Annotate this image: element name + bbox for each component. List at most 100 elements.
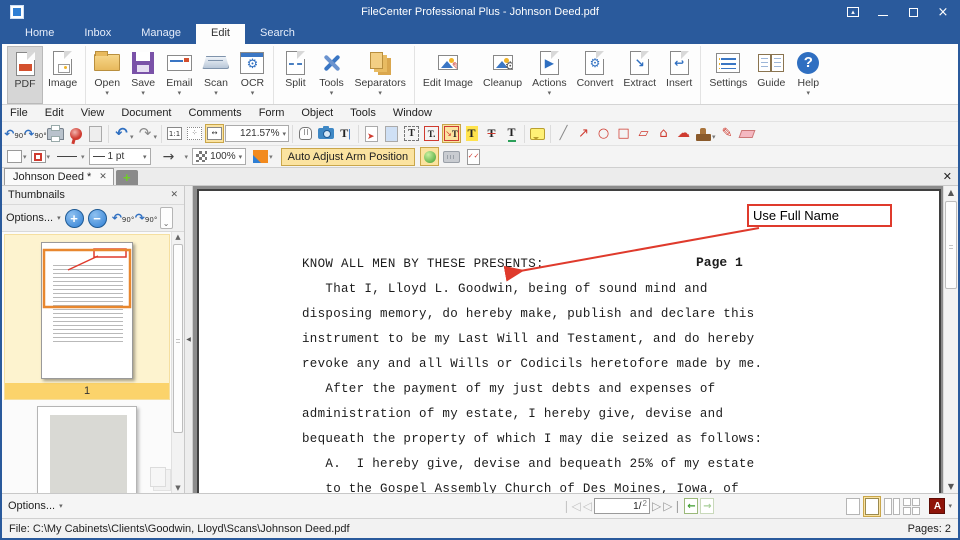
menu-edit[interactable]: Edit: [45, 107, 64, 119]
single-page-view-button[interactable]: [846, 498, 860, 515]
balloon-tool-button[interactable]: [420, 147, 439, 166]
tab-edit[interactable]: Edit: [196, 24, 245, 44]
tab-home[interactable]: Home: [10, 24, 69, 44]
fill-color-swatch[interactable]: [7, 150, 22, 163]
sticky-note-button[interactable]: [528, 124, 547, 143]
hand-tool-button[interactable]: [296, 124, 315, 143]
arrow-tool-button[interactable]: ↗: [574, 124, 593, 143]
highlight-color-dropdown[interactable]: ▾: [269, 153, 273, 161]
tab-manage[interactable]: Manage: [126, 24, 196, 44]
menu-window[interactable]: Window: [393, 107, 432, 119]
opacity-select[interactable]: 100%▾: [192, 148, 246, 165]
facing-pages-view-button[interactable]: [884, 498, 900, 515]
cleanup-button[interactable]: ⚙Cleanup: [478, 46, 527, 104]
rotate-right-button[interactable]: ↷90°: [26, 124, 45, 143]
text-box-tool-button[interactable]: ↘T: [442, 124, 461, 143]
viewer-scrollbar-thumb[interactable]: [945, 201, 957, 289]
panel-splitter[interactable]: ◀: [185, 186, 193, 493]
acrobat-dropdown[interactable]: ▾: [948, 502, 952, 510]
thumb-zoom-in-button[interactable]: +: [65, 209, 84, 228]
line-tool-button[interactable]: ╱: [554, 124, 573, 143]
next-view-button[interactable]: →: [700, 498, 714, 514]
arrow-style-button[interactable]: →: [154, 150, 184, 164]
line-style-button[interactable]: [54, 156, 80, 157]
split-button[interactable]: Split: [277, 46, 313, 104]
separators-button[interactable]: Separators▾: [349, 46, 410, 104]
strikeout-text-button[interactable]: T: [482, 124, 501, 143]
checklist-button[interactable]: ✓✓: [464, 147, 483, 166]
link-button[interactable]: ➤: [362, 124, 381, 143]
viewer-scrollbar[interactable]: ▲ ▼: [943, 186, 958, 493]
stroke-color-dropdown[interactable]: ▾: [47, 153, 51, 161]
menu-document[interactable]: Document: [121, 107, 171, 119]
select-text-button[interactable]: T|: [336, 124, 355, 143]
print-button[interactable]: [46, 124, 65, 143]
image-button[interactable]: Image: [43, 46, 82, 104]
thumbnails-close-icon[interactable]: ✕: [170, 190, 178, 200]
thumbnail-page-2[interactable]: [4, 406, 170, 493]
actual-size-button[interactable]: 1:1: [165, 124, 184, 143]
close-button[interactable]: ×: [928, 0, 958, 24]
rotate-left-button[interactable]: ↶90°: [6, 124, 25, 143]
eraser-tool-button[interactable]: [738, 124, 757, 143]
convert-button[interactable]: ⚙Convert: [572, 46, 619, 104]
ocr-button[interactable]: ⚙OCR▾: [234, 46, 270, 104]
fit-width-button[interactable]: ↔: [205, 124, 224, 143]
edit-text-button[interactable]: T: [402, 124, 421, 143]
last-page-button[interactable]: ▷❘: [663, 499, 682, 513]
tools-button[interactable]: Tools▾: [313, 46, 349, 104]
line-style-dropdown[interactable]: ▾: [81, 153, 85, 161]
ribbon-options-button[interactable]: ▴: [838, 0, 868, 24]
open-in-acrobat-button[interactable]: A: [929, 498, 945, 514]
quad-view-button[interactable]: [903, 498, 920, 515]
pdf-button[interactable]: PDF: [7, 46, 43, 104]
first-page-button[interactable]: ❘◁: [561, 499, 580, 513]
minimize-button[interactable]: [868, 0, 898, 24]
typewriter-button[interactable]: T.: [422, 124, 441, 143]
highlight-color-swatch[interactable]: [253, 150, 268, 163]
rectangle-tool-button[interactable]: □: [614, 124, 633, 143]
fit-page-button[interactable]: ⁘: [185, 124, 204, 143]
insert-button[interactable]: ↩Insert: [661, 46, 697, 104]
ellipse-tool-button[interactable]: ○: [594, 124, 613, 143]
thumbnail-page-1[interactable]: 1: [4, 234, 170, 400]
new-tab-button[interactable]: +: [116, 170, 138, 185]
snapshot-button[interactable]: [316, 124, 335, 143]
fill-color-dropdown[interactable]: ▾: [23, 153, 27, 161]
edit-image-button[interactable]: ✎Edit Image: [418, 46, 478, 104]
highlight-text-button[interactable]: T: [462, 124, 481, 143]
polyline-tool-button[interactable]: ▱: [634, 124, 653, 143]
extract-button[interactable]: ↘Extract: [618, 46, 661, 104]
open-button[interactable]: Open▾: [89, 46, 125, 104]
thumb-more-dropdown[interactable]: ⌄: [160, 207, 173, 229]
redo-button[interactable]: ↷: [136, 124, 155, 143]
print-setup-button[interactable]: [86, 124, 105, 143]
maximize-button[interactable]: [898, 0, 928, 24]
email-button[interactable]: Email▾: [161, 46, 197, 104]
document-viewer[interactable]: Page 1 Use Full Name KNOW ALL MEN BY THE…: [193, 186, 958, 493]
document-tab[interactable]: Johnson Deed * ✕: [4, 168, 114, 185]
thumb-rotate-right-button[interactable]: ↷90°: [137, 209, 156, 228]
scan-button[interactable]: Scan▾: [197, 46, 234, 104]
zoom-level-select[interactable]: 121.57%▾: [225, 125, 289, 142]
auto-adjust-arm-position-button[interactable]: Auto Adjust Arm Position: [281, 148, 415, 166]
polygon-tool-button[interactable]: ⌂: [654, 124, 673, 143]
thumb-zoom-out-button[interactable]: −: [88, 209, 107, 228]
tab-bar-close-icon[interactable]: ✕: [943, 170, 952, 183]
settings-button[interactable]: Settings: [704, 46, 752, 104]
thumbnails-options-button[interactable]: Options...▾: [6, 212, 61, 224]
select-pages-button[interactable]: [382, 124, 401, 143]
menu-view[interactable]: View: [81, 107, 105, 119]
annotation-text-box[interactable]: Use Full Name: [747, 204, 892, 227]
menu-file[interactable]: File: [10, 107, 28, 119]
stamp-button[interactable]: [694, 124, 713, 143]
save-button[interactable]: Save▾: [125, 46, 161, 104]
thumbnails-scrollbar-thumb[interactable]: [173, 244, 183, 433]
cloud-tool-button[interactable]: ☁: [674, 124, 693, 143]
stroke-color-swatch[interactable]: [31, 150, 46, 163]
menu-tools[interactable]: Tools: [350, 107, 376, 119]
fit-width-view-button[interactable]: [863, 496, 881, 517]
arrow-style-dropdown[interactable]: ▾: [185, 153, 189, 161]
document-tab-close-icon[interactable]: ✕: [99, 172, 107, 182]
thumb-rotate-left-button[interactable]: ↶90°: [114, 209, 133, 228]
